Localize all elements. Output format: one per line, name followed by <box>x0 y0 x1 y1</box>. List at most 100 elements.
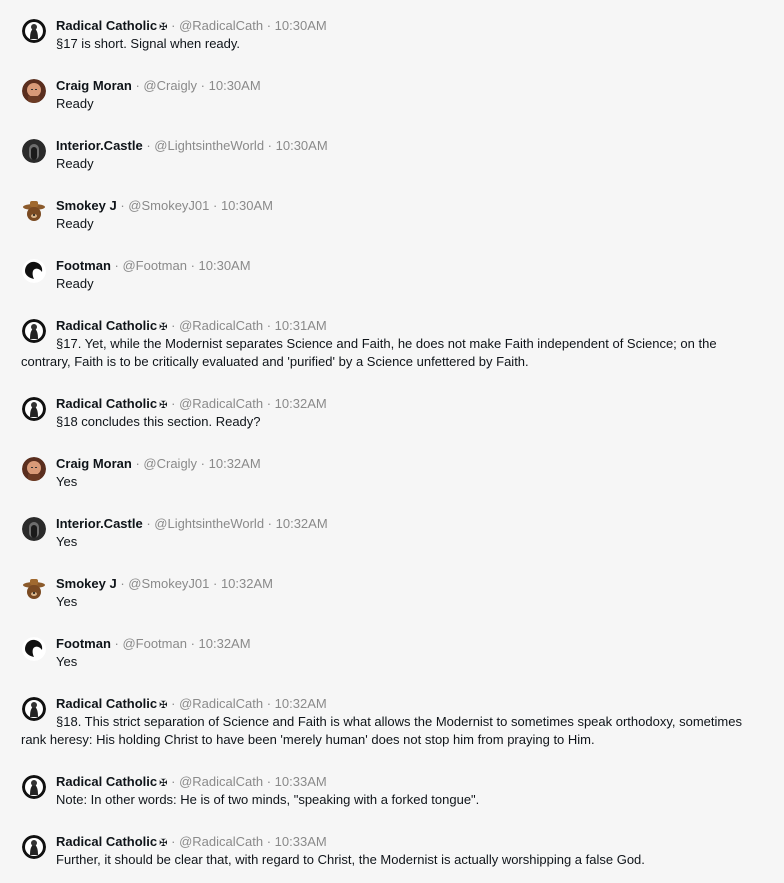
cross-badge-icon: ✠ <box>159 400 168 411</box>
cross-badge-icon: ✠ <box>159 778 168 789</box>
message-header: Smokey J · @SmokeyJ01 · 10:30AM <box>56 197 273 215</box>
timestamp[interactable]: 10:32AM <box>275 696 327 711</box>
timestamp[interactable]: 10:30AM <box>276 138 328 153</box>
author-handle[interactable]: @RadicalCath <box>179 834 263 849</box>
author-handle[interactable]: @Craigly <box>143 456 197 471</box>
author-handle[interactable]: @Footman <box>122 636 187 651</box>
message-header: Smokey J · @SmokeyJ01 · 10:32AM <box>56 575 273 593</box>
message-text: Further, it should be clear that, with r… <box>56 852 645 867</box>
message-header: Radical Catholic ✠ · @RadicalCath · 10:32… <box>56 395 327 415</box>
separator: · <box>263 696 275 711</box>
message-header: Footman · @Footman · 10:30AM <box>56 257 251 275</box>
timestamp[interactable]: 10:30AM <box>221 198 273 213</box>
separator: · <box>197 456 209 471</box>
timestamp[interactable]: 10:31AM <box>275 318 327 333</box>
separator: · <box>167 318 180 333</box>
separator: · <box>167 396 180 411</box>
message-header: Craig Moran · @Craigly · 10:32AM <box>56 455 261 473</box>
separator: · <box>264 516 276 531</box>
author-name[interactable]: Footman <box>56 258 111 273</box>
author-handle[interactable]: @RadicalCath <box>179 774 263 789</box>
separator: · <box>131 456 144 471</box>
author-handle[interactable]: @RadicalCath <box>179 696 263 711</box>
author-handle[interactable]: @RadicalCath <box>179 396 263 411</box>
message-text: §17 is short. Signal when ready. <box>56 36 241 51</box>
author-name[interactable]: Radical Catholic <box>56 396 157 411</box>
cross-badge-icon: ✠ <box>159 700 168 711</box>
timestamp[interactable]: 10:33AM <box>275 774 327 789</box>
separator: · <box>116 198 129 213</box>
timestamp[interactable]: 10:32AM <box>276 516 328 531</box>
author-handle[interactable]: @SmokeyJ01 <box>128 576 209 591</box>
author-handle[interactable]: @RadicalCath <box>179 318 263 333</box>
timestamp[interactable]: 10:32AM <box>275 396 327 411</box>
message-text: Ready <box>56 276 94 291</box>
message-header: Radical Catholic ✠ · @RadicalCath · 10:33… <box>56 833 327 853</box>
separator: · <box>142 516 155 531</box>
timestamp[interactable]: 10:33AM <box>275 834 327 849</box>
separator: · <box>209 576 221 591</box>
author-name[interactable]: Footman <box>56 636 111 651</box>
cross-badge-icon: ✠ <box>159 22 168 33</box>
timestamp[interactable]: 10:32AM <box>199 636 251 651</box>
author-name[interactable]: Radical Catholic <box>56 318 157 333</box>
separator: · <box>142 138 155 153</box>
message-header: Footman · @Footman · 10:32AM <box>56 635 251 653</box>
message-text: Yes <box>56 474 78 489</box>
separator: · <box>263 318 275 333</box>
separator: · <box>167 774 180 789</box>
separator: · <box>263 834 275 849</box>
author-handle[interactable]: @LightsintheWorld <box>154 516 264 531</box>
separator: · <box>186 636 199 651</box>
separator: · <box>110 258 123 273</box>
timestamp[interactable]: 10:32AM <box>221 576 273 591</box>
message-header: Radical Catholic ✠ · @RadicalCath · 10:30… <box>56 17 327 37</box>
author-name[interactable]: Radical Catholic <box>56 18 157 33</box>
message-header: Radical Catholic ✠ · @RadicalCath · 10:33… <box>56 773 327 793</box>
timestamp[interactable]: 10:30AM <box>199 258 251 273</box>
separator: · <box>167 834 180 849</box>
message-header: Interior.Castle · @LightsintheWorld · 10… <box>56 137 328 155</box>
message-text: Ready <box>56 96 94 111</box>
separator: · <box>263 774 275 789</box>
message-header: Radical Catholic ✠ · @RadicalCath · 10:32… <box>56 695 327 715</box>
author-name[interactable]: Craig Moran <box>56 78 132 93</box>
message-text: Yes <box>56 654 78 669</box>
author-name[interactable]: Smokey J <box>56 198 117 213</box>
separator: · <box>116 576 129 591</box>
author-name[interactable]: Interior.Castle <box>56 138 143 153</box>
author-name[interactable]: Craig Moran <box>56 456 132 471</box>
message-text: §18. This strict separation of Science a… <box>21 714 742 747</box>
separator: · <box>110 636 123 651</box>
message-text: Ready <box>56 216 94 231</box>
timestamp[interactable]: 10:30AM <box>275 18 327 33</box>
separator: · <box>186 258 199 273</box>
message-text: Yes <box>56 594 78 609</box>
message-feed: Radical Catholic ✠ · @RadicalCath · 10:30… <box>0 0 784 883</box>
author-handle[interactable]: @Craigly <box>143 78 197 93</box>
author-name[interactable]: Interior.Castle <box>56 516 143 531</box>
separator: · <box>197 78 209 93</box>
timestamp[interactable]: 10:30AM <box>209 78 261 93</box>
timestamp[interactable]: 10:32AM <box>209 456 261 471</box>
separator: · <box>263 18 275 33</box>
cross-badge-icon: ✠ <box>159 322 168 333</box>
author-handle[interactable]: @SmokeyJ01 <box>128 198 209 213</box>
author-handle[interactable]: @LightsintheWorld <box>154 138 264 153</box>
message-header: Radical Catholic ✠ · @RadicalCath · 10:31… <box>56 317 327 337</box>
separator: · <box>263 396 275 411</box>
separator: · <box>131 78 144 93</box>
author-name[interactable]: Radical Catholic <box>56 774 157 789</box>
message-header: Craig Moran · @Craigly · 10:30AM <box>56 77 261 95</box>
message-text: Ready <box>56 156 94 171</box>
message-text: §18 concludes this section. Ready? <box>56 414 261 429</box>
author-name[interactable]: Radical Catholic <box>56 834 157 849</box>
author-name[interactable]: Smokey J <box>56 576 117 591</box>
cross-badge-icon: ✠ <box>159 838 168 849</box>
separator: · <box>209 198 221 213</box>
author-handle[interactable]: @RadicalCath <box>179 18 263 33</box>
message-header: Interior.Castle · @LightsintheWorld · 10… <box>56 515 328 533</box>
author-handle[interactable]: @Footman <box>122 258 187 273</box>
author-name[interactable]: Radical Catholic <box>56 696 157 711</box>
message-text: Note: In other words: He is of two minds… <box>56 792 480 807</box>
